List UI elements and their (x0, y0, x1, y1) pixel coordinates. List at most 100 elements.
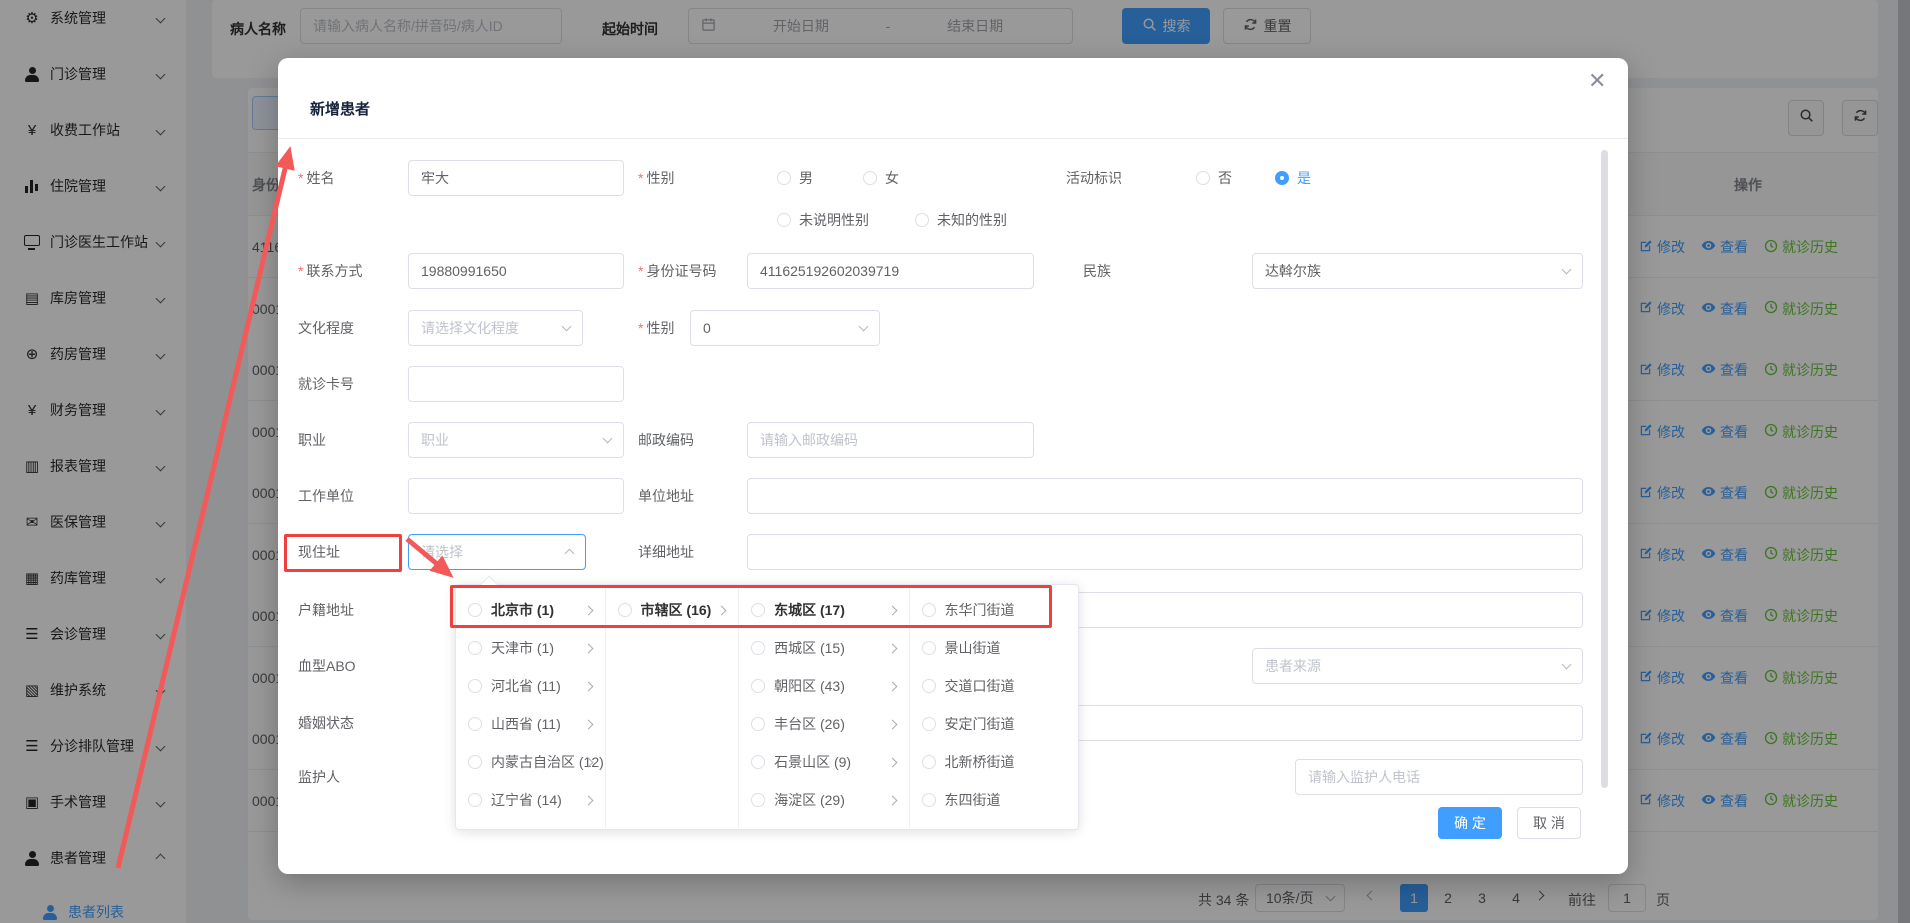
id-number-label: *身份证号码 (638, 253, 716, 289)
education-select[interactable]: 请选择文化程度 (408, 310, 583, 346)
radio-icon[interactable] (618, 603, 632, 617)
cascader-column: 市辖区 (16) (605, 585, 739, 829)
visit-card-input[interactable] (408, 366, 624, 402)
cascader-option[interactable]: 安定门街道 (910, 705, 1078, 743)
occupation-select[interactable]: 职业 (408, 422, 624, 458)
cascader-option[interactable]: 内蒙古自治区 (12) (456, 743, 605, 781)
radio-icon[interactable] (922, 603, 936, 617)
cascader-option[interactable]: 海淀区 (29) (739, 781, 908, 819)
work-unit-label: 工作单位 (298, 478, 354, 514)
radio-icon[interactable] (922, 717, 936, 731)
chevron-right-icon (887, 605, 897, 615)
chevron-right-icon (887, 643, 897, 653)
modal-scrollbar[interactable] (1601, 150, 1608, 788)
radio-icon[interactable] (922, 679, 936, 693)
cascader-option[interactable]: 山西省 (11) (456, 705, 605, 743)
gender-radio-unstated[interactable]: 未说明性别 (777, 202, 869, 238)
gender-radio-unknown[interactable]: 未知的性别 (915, 202, 1007, 238)
chevron-right-icon (583, 605, 593, 615)
active-flag-label: 活动标识 (1066, 160, 1122, 196)
gender-label: *性别 (638, 160, 674, 196)
cascader-option[interactable]: 石景山区 (9) (739, 743, 908, 781)
radio-icon[interactable] (468, 717, 482, 731)
chevron-right-icon (887, 681, 897, 691)
active-flag-radio-yes[interactable]: 是 (1275, 160, 1311, 196)
guardian-label: 监护人 (298, 759, 340, 795)
chevron-right-icon (583, 795, 593, 805)
radio-icon[interactable] (751, 679, 765, 693)
cascader-column: 东城区 (17)西城区 (15)朝阳区 (43)丰台区 (26)石景山区 (9)… (738, 585, 908, 829)
occupation-label: 职业 (298, 422, 326, 458)
cancel-button[interactable]: 取 消 (1517, 807, 1581, 839)
cascader-option[interactable]: 东四街道 (910, 781, 1078, 819)
postcode-label: 邮政编码 (638, 422, 694, 458)
cascader-option[interactable]: 交道口街道 (910, 667, 1078, 705)
radio-icon[interactable] (468, 603, 482, 617)
cascader-option[interactable]: 景山街道 (910, 629, 1078, 667)
dialog-title: 新增患者 (310, 98, 370, 119)
cascader-option[interactable]: 北京市 (1) (456, 591, 605, 629)
chevron-right-icon (583, 643, 593, 653)
cascader-option[interactable]: 朝阳区 (43) (739, 667, 908, 705)
current-address-label: 现住址 (298, 534, 340, 570)
cascader-option[interactable]: 东城区 (17) (739, 591, 908, 629)
active-flag-radio-no[interactable]: 否 (1196, 160, 1232, 196)
phone-label: *联系方式 (298, 253, 362, 289)
radio-icon[interactable] (468, 755, 482, 769)
radio-icon[interactable] (468, 793, 482, 807)
postcode-input[interactable] (747, 422, 1034, 458)
visit-card-label: 就诊卡号 (298, 366, 354, 402)
cascader-option[interactable]: 丰台区 (26) (739, 705, 908, 743)
app-root: 病人名称 起始时间 开始日期 - 结束日期 搜索 重置 + 新增 身份证号 操作… (0, 0, 1910, 923)
phone-input[interactable] (408, 253, 624, 289)
registered-address-label: 户籍地址 (298, 592, 354, 628)
guardian-phone-input[interactable] (1295, 759, 1583, 795)
blood-type-label: 血型ABO (298, 648, 356, 684)
confirm-button[interactable]: 确 定 (1438, 807, 1502, 839)
radio-icon[interactable] (751, 641, 765, 655)
radio-icon[interactable] (922, 755, 936, 769)
chevron-right-icon (887, 719, 897, 729)
radio-icon[interactable] (751, 717, 765, 731)
gender-radio-female[interactable]: 女 (863, 160, 899, 196)
radio-icon[interactable] (922, 641, 936, 655)
name-input[interactable] (408, 160, 624, 196)
cascader-option[interactable]: 市辖区 (16) (606, 591, 739, 629)
chevron-right-icon (887, 757, 897, 767)
gender-code-label: *性别 (638, 310, 674, 346)
cascader-option[interactable]: 西城区 (15) (739, 629, 908, 667)
cascader-option[interactable]: 北新桥街道 (910, 743, 1078, 781)
patient-source-select[interactable]: 患者来源 (1252, 648, 1583, 684)
cascader-column: 北京市 (1)天津市 (1)河北省 (11)山西省 (11)内蒙古自治区 (12… (456, 585, 605, 829)
add-patient-dialog: 新增患者 ✕ *姓名 *性别 男 女 未说明性别 未知的性别 活动标识 否 是 … (278, 58, 1628, 874)
unit-address-input[interactable] (747, 478, 1583, 514)
detail-address-input[interactable] (747, 534, 1583, 570)
radio-icon[interactable] (468, 679, 482, 693)
radio-icon[interactable] (468, 641, 482, 655)
current-address-cascader-select[interactable]: 请选择 (408, 534, 586, 570)
gender-code-select[interactable]: 0 (690, 310, 880, 346)
cascader-option[interactable]: 天津市 (1) (456, 629, 605, 667)
radio-icon[interactable] (922, 793, 936, 807)
dialog-header-divider (278, 138, 1628, 139)
chevron-right-icon (717, 605, 727, 615)
ethnic-select[interactable]: 达斡尔族 (1252, 253, 1583, 289)
chevron-right-icon (887, 795, 897, 805)
cascader-option[interactable]: 辽宁省 (14) (456, 781, 605, 819)
name-label: *姓名 (298, 160, 334, 196)
gender-radio-male[interactable]: 男 (777, 160, 813, 196)
work-unit-input[interactable] (408, 478, 624, 514)
cascader-option[interactable]: 东华门街道 (910, 591, 1078, 629)
radio-icon[interactable] (751, 603, 765, 617)
detail-address-label: 详细地址 (638, 534, 694, 570)
close-icon[interactable]: ✕ (1588, 70, 1606, 92)
id-number-input[interactable] (747, 253, 1034, 289)
radio-icon[interactable] (751, 793, 765, 807)
chevron-up-icon (565, 549, 575, 559)
radio-icon[interactable] (751, 755, 765, 769)
chevron-right-icon (583, 719, 593, 729)
ethnic-label: 民族 (1083, 253, 1111, 289)
chevron-right-icon (583, 681, 593, 691)
education-label: 文化程度 (298, 310, 354, 346)
cascader-option[interactable]: 河北省 (11) (456, 667, 605, 705)
